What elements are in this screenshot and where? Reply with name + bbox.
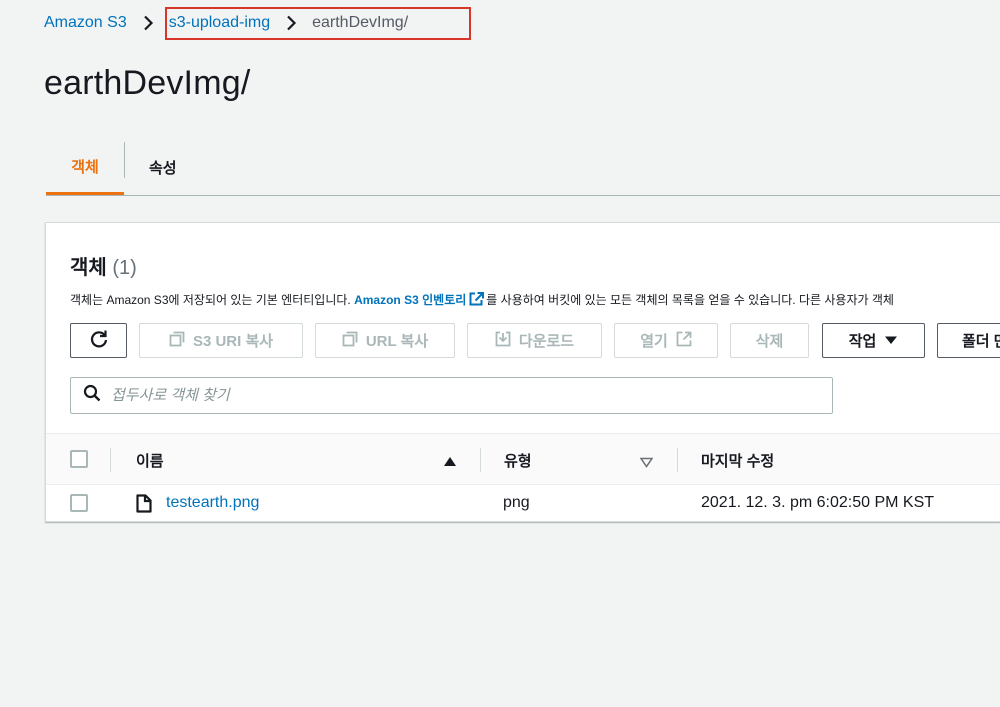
column-header-type[interactable]: 유형 [504,434,532,486]
actions-button[interactable]: 작업 [822,323,925,358]
delete-label: 삭제 [755,333,784,350]
create-folder-button[interactable]: 폴더 만 [937,323,1000,358]
object-link[interactable]: testearth.png [166,494,259,512]
breadcrumb-bucket[interactable]: s3-upload-img [169,14,270,32]
row-checkbox[interactable] [70,494,88,512]
row-type-cell: png [503,494,530,511]
sort-up-icon[interactable] [443,454,457,472]
row-name-cell: testearth.png [136,485,259,521]
table-header: 이름 유형 마지막 수정 [46,433,1000,485]
column-divider [677,448,678,472]
objects-description: 객체는 Amazon S3에 저장되어 있는 기본 엔터티입니다. Amazon… [70,291,1000,309]
create-folder-label: 폴더 만 [962,333,1000,350]
objects-panel: 객체 (1) 객체는 Amazon S3에 저장되어 있는 기본 엔터티입니다.… [45,222,1000,522]
chevron-right-icon [284,15,298,31]
objects-count: (1) [112,257,137,279]
caret-down-icon [884,332,898,349]
copy-icon [342,331,358,351]
column-header-name[interactable]: 이름 [136,434,164,486]
actions-label: 작업 [848,333,877,350]
page-title: earthDevImg/ [44,64,251,102]
description-text-suffix: 를 사용하여 버킷에 있는 모든 객체의 목록을 얻을 수 있습니다. 다른 사… [486,293,894,307]
download-button[interactable]: 다운로드 [467,323,602,358]
external-link-icon[interactable] [469,292,485,309]
column-divider [480,448,481,472]
inventory-link[interactable]: Amazon S3 인벤토리 [354,293,466,307]
chevron-right-icon [141,15,155,31]
column-header-modified[interactable]: 마지막 수정 [701,434,774,486]
select-all-checkbox[interactable] [70,450,88,468]
copy-s3-uri-button[interactable]: S3 URI 복사 [139,323,303,358]
copy-url-button[interactable]: URL 복사 [315,323,455,358]
sort-down-icon[interactable] [639,455,654,473]
search-icon [83,384,101,407]
description-text: 객체는 Amazon S3에 저장되어 있는 기본 엔터티입니다. [70,293,355,307]
copy-icon [169,331,185,351]
breadcrumb: Amazon S3 s3-upload-img earthDevImg/ [44,10,408,36]
row-modified-cell: 2021. 12. 3. pm 6:02:50 PM KST [701,494,935,511]
objects-heading: 객체 (1) [70,251,137,280]
file-icon [136,493,152,513]
breadcrumb-current: earthDevImg/ [312,14,409,31]
refresh-icon [89,329,109,353]
search-box [70,377,833,414]
tab-properties[interactable]: 속성 [125,140,201,194]
download-label: 다운로드 [518,333,575,350]
breadcrumb-amazon-s3[interactable]: Amazon S3 [44,14,127,32]
external-link-icon [676,331,692,351]
open-button[interactable]: 열기 [614,323,718,358]
copy-s3-uri-label: S3 URI 복사 [192,333,274,350]
tab-objects[interactable]: 객체 [46,140,124,195]
search-input[interactable] [111,387,811,404]
copy-url-label: URL 복사 [365,333,429,350]
table-row: testearth.png png 2021. 12. 3. pm 6:02:5… [46,485,1000,521]
open-label: 열기 [640,333,668,350]
download-icon [495,331,511,351]
column-divider [110,448,111,472]
refresh-button[interactable] [70,323,127,358]
delete-button[interactable]: 삭제 [730,323,809,358]
tab-bar: 객체 속성 [46,140,1000,196]
objects-title: 객체 [70,257,107,279]
